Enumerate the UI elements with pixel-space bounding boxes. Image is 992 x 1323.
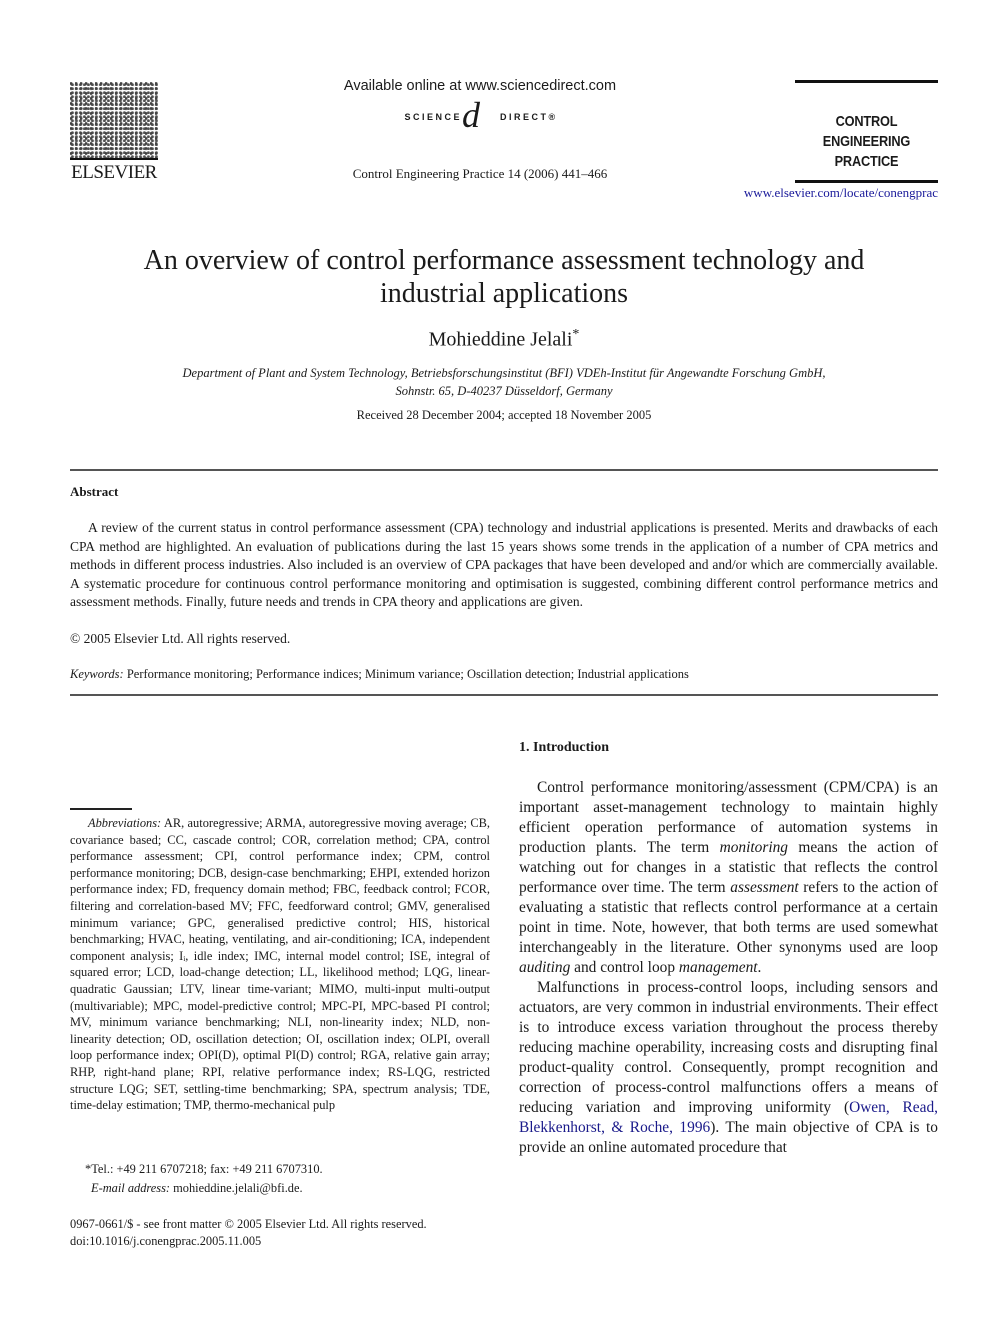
tree-logo-icon [70, 82, 158, 160]
elsevier-logo: ELSEVIER [68, 80, 160, 183]
abbreviations-text: AR, autoregressive; ARMA, autoregressive… [70, 816, 490, 1113]
publisher-name: ELSEVIER [71, 162, 157, 183]
text-run: . [757, 959, 762, 976]
emphasis-auditing: auditing [519, 959, 571, 976]
journal-title: CONTROL ENGINEERING PRACTICE [797, 112, 936, 172]
text-run: Malfunctions in process-control loops, i… [519, 979, 938, 1116]
sciencedirect-left: SCIENCE [404, 112, 462, 122]
emphasis-monitoring: monitoring [719, 839, 789, 856]
journal-title-box: CONTROL ENGINEERING PRACTICE [795, 80, 938, 185]
author-footnote-mark[interactable]: * [572, 327, 579, 342]
introduction-body: Control performance monitoring/assessmen… [519, 778, 938, 1158]
front-matter-copyright: 0967-0661/$ - see front matter © 2005 El… [70, 1217, 427, 1231]
emphasis-assessment: assessment [730, 879, 799, 896]
article-title: An overview of control performance asses… [70, 244, 938, 310]
intro-paragraph-1: Control performance monitoring/assessmen… [519, 778, 938, 978]
keywords-list: Performance monitoring; Performance indi… [126, 667, 689, 681]
journal-url-link[interactable]: www.elsevier.com/locate/conengprac [700, 185, 938, 201]
available-online-text: Available online at www.sciencedirect.co… [343, 78, 617, 94]
keywords-label: Keywords: [70, 667, 124, 681]
article-title-line1: An overview of control performance asses… [143, 245, 865, 276]
footnote-rule [70, 808, 132, 810]
email-address-link[interactable]: mohieddine.jelali@bfi.de. [173, 1181, 302, 1195]
abbreviations-footnote: Abbreviations: AR, autoregressive; ARMA,… [70, 815, 490, 1114]
emphasis-management: management [678, 959, 758, 976]
divider-bottom [70, 694, 938, 696]
contact-email: E-mail address: mohieddine.jelali@bfi.de… [91, 1181, 303, 1196]
journal-title-line2: PRACTICE [834, 153, 899, 170]
text-run: and control loop [570, 959, 679, 976]
affiliation-line1: Department of Plant and System Technolog… [182, 366, 826, 380]
abstract-copyright: © 2005 Elsevier Ltd. All rights reserved… [70, 631, 291, 646]
section-heading-introduction: 1. Introduction [519, 740, 609, 755]
journal-reference: Control Engineering Practice 14 (2006) 4… [352, 166, 608, 181]
intro-paragraph-2: Malfunctions in process-control loops, i… [519, 978, 938, 1158]
logo-ground-line [70, 158, 158, 160]
abbreviations-label: Abbreviations: [88, 816, 162, 830]
received-dates: Received 28 December 2004; accepted 18 N… [356, 408, 652, 422]
sciencedirect-logo: SCIENCE d DIRECT® [340, 95, 620, 138]
divider-top [70, 469, 938, 471]
journal-title-rule-bottom [795, 180, 938, 183]
author: Mohieddine Jelali* [70, 327, 938, 352]
author-name[interactable]: Mohieddine Jelali [429, 329, 573, 351]
abstract-text: A review of the current status in contro… [70, 520, 938, 609]
doi-link[interactable]: doi:10.1016/j.conengprac.2005.11.005 [70, 1233, 427, 1250]
email-label: E-mail address: [91, 1181, 171, 1195]
affiliation-line2: Sohnstr. 65, D-40237 Düsseldorf, Germany [395, 384, 613, 398]
affiliation: Department of Plant and System Technolog… [70, 364, 938, 400]
sciencedirect-at-icon: d [462, 95, 480, 135]
contact-phone: *Tel.: +49 211 6707218; fax: +49 211 670… [85, 1162, 323, 1176]
sciencedirect-right: DIRECT® [500, 112, 558, 122]
front-matter: 0967-0661/$ - see front matter © 2005 El… [70, 1216, 427, 1250]
keywords: Keywords: Performance monitoring; Perfor… [70, 667, 938, 682]
abstract-heading: Abstract [70, 484, 119, 499]
journal-title-line1: CONTROL ENGINEERING [822, 113, 911, 150]
article-title-line2: industrial applications [379, 278, 629, 309]
journal-title-rule-top [795, 80, 938, 83]
